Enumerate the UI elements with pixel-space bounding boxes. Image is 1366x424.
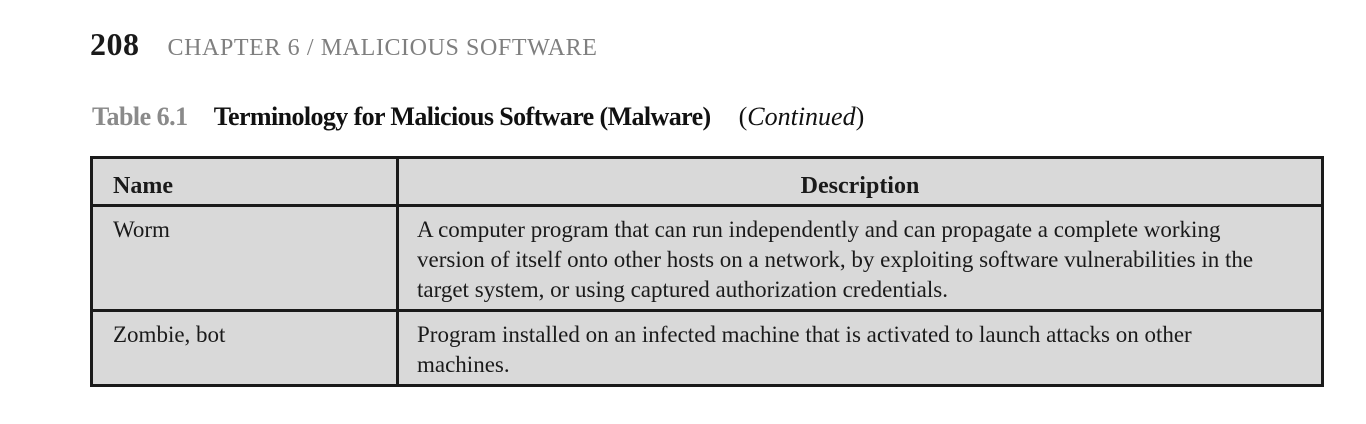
table-title: Terminology for Malicious Software (Malw… <box>213 102 711 131</box>
page-number: 208 <box>90 26 140 62</box>
table-caption: Table 6.1 Terminology for Malicious Soft… <box>92 102 864 132</box>
running-head: 208 CHAPTER 6 / MALICIOUS SOFTWARE <box>90 26 598 63</box>
term-description: Program installed on an infected machine… <box>396 309 1324 387</box>
table-header-row: Name Description <box>90 156 1324 207</box>
term-description: A computer program that can run independ… <box>396 204 1324 312</box>
term-name: Zombie, bot <box>90 309 399 387</box>
terminology-table: Name Description Worm A computer program… <box>90 156 1324 387</box>
continued-close-paren: ) <box>855 102 865 131</box>
column-header-description: Description <box>396 156 1324 207</box>
table-continued-note: (Continued) <box>739 102 865 132</box>
table-row: Worm A computer program that can run ind… <box>90 204 1324 312</box>
table-row: Zombie, bot Program installed on an infe… <box>90 309 1324 387</box>
column-header-name: Name <box>90 156 399 207</box>
term-name: Worm <box>90 204 399 312</box>
continued-word: Continued <box>747 102 856 131</box>
table-number: Table 6.1 <box>92 102 188 131</box>
continued-open-paren: ( <box>738 102 748 131</box>
chapter-title: CHAPTER 6 / MALICIOUS SOFTWARE <box>167 35 598 61</box>
